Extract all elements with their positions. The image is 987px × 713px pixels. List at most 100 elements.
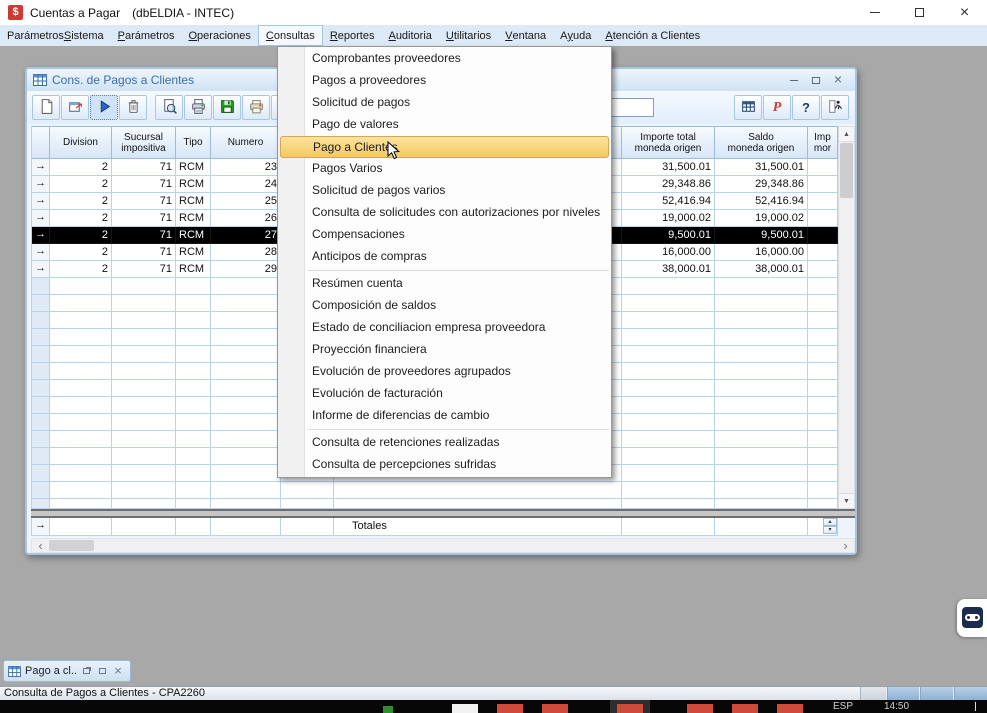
menu-separator bbox=[308, 429, 609, 430]
menubar-item-utilitarios[interactable]: Utilitarios bbox=[439, 25, 498, 46]
menu-item-solicitud-de-pagos-varios[interactable]: Solicitud de pagos varios bbox=[278, 180, 611, 202]
cell: 71 bbox=[112, 193, 176, 210]
menu-item-comprobantes-proveedores[interactable]: Comprobantes proveedores bbox=[278, 48, 611, 70]
column-header-division[interactable]: Division bbox=[50, 127, 112, 159]
menubar-item-parametros[interactable]: Parámetros bbox=[111, 25, 182, 46]
column-header-tipo[interactable]: Tipo bbox=[176, 127, 211, 159]
cell bbox=[211, 465, 281, 482]
run-button[interactable] bbox=[90, 95, 118, 120]
taskbar-app-icon[interactable] bbox=[687, 704, 713, 713]
menu-item-resumen-cuenta[interactable]: Resúmen cuenta bbox=[278, 273, 611, 295]
fax-button[interactable] bbox=[242, 95, 270, 120]
teamviewer-panel-tab[interactable] bbox=[957, 599, 987, 637]
taskbar-app-icon[interactable] bbox=[732, 704, 758, 713]
menu-item-pagos-varios[interactable]: Pagos Varios bbox=[278, 158, 611, 180]
cell: 29,348.86 bbox=[715, 176, 808, 193]
child-maximize-button[interactable] bbox=[805, 72, 827, 88]
menu-item-consulta-de-retenciones-realizadas[interactable]: Consulta de retenciones realizadas bbox=[278, 432, 611, 454]
column-header-numero[interactable]: Numero bbox=[211, 127, 281, 159]
horizontal-scrollbar[interactable]: ‹ › bbox=[31, 538, 855, 553]
close-button[interactable] bbox=[110, 664, 126, 678]
menubar-item-atencion-a-clientes[interactable]: Atención a Clientes bbox=[598, 25, 707, 46]
cell bbox=[622, 295, 715, 312]
cell bbox=[32, 278, 50, 295]
scrollbar-thumb[interactable] bbox=[49, 540, 94, 551]
taskbar-app-icon[interactable] bbox=[617, 704, 643, 713]
column-header-imp-mor[interactable]: Impmor bbox=[808, 127, 838, 159]
menu-item-anticipos-de-compras[interactable]: Anticipos de compras bbox=[278, 246, 611, 268]
help-button[interactable]: ? bbox=[792, 95, 820, 120]
menu-item-pago-a-clientes[interactable]: Pago a Clientes bbox=[280, 136, 609, 158]
print-preview-button[interactable] bbox=[155, 95, 183, 120]
menubar-item-ayuda[interactable]: Ayuda bbox=[553, 25, 598, 46]
menubar-item-ventana[interactable]: Ventana bbox=[498, 25, 553, 46]
table-button[interactable] bbox=[734, 95, 762, 120]
maximize-button[interactable] bbox=[94, 664, 110, 678]
grid-splitter[interactable] bbox=[31, 509, 855, 518]
menu-item-consulta-de-solicitudes-con-autorizaciones-por-niveles[interactable]: Consulta de solicitudes con autorizacion… bbox=[278, 202, 611, 224]
menubar-item-reportes[interactable]: Reportes bbox=[323, 25, 382, 46]
taskbar-app-icon[interactable] bbox=[777, 704, 803, 713]
scroll-up-icon[interactable]: ▲ bbox=[839, 127, 854, 142]
scroll-left-icon[interactable]: ‹ bbox=[32, 539, 49, 552]
cell bbox=[808, 176, 838, 193]
child-close-button[interactable] bbox=[827, 72, 849, 88]
delete-icon bbox=[125, 98, 142, 118]
cell bbox=[112, 431, 176, 448]
exit-button[interactable] bbox=[821, 95, 849, 120]
menu-item-estado-de-conciliacion-empresa-proveedora[interactable]: Estado de conciliacion empresa proveedor… bbox=[278, 317, 611, 339]
menu-item-proyeccion-financiera[interactable]: Proyección financiera bbox=[278, 339, 611, 361]
scrollbar-thumb[interactable] bbox=[840, 143, 853, 198]
cell bbox=[50, 518, 112, 536]
menubar-item-parametros-sistema[interactable]: Parámetros Sistema bbox=[0, 25, 111, 46]
menubar-item-operaciones[interactable]: Operaciones bbox=[181, 25, 257, 46]
save-button[interactable] bbox=[213, 95, 241, 120]
new-document-button[interactable] bbox=[32, 95, 60, 120]
taskbar-app-icon[interactable] bbox=[452, 704, 478, 713]
empty-row[interactable] bbox=[32, 499, 838, 509]
print-button[interactable] bbox=[184, 95, 212, 120]
taskbar-app-icon[interactable] bbox=[542, 704, 568, 713]
menubar-item-auditoria[interactable]: Auditoria bbox=[381, 25, 438, 46]
cell bbox=[715, 414, 808, 431]
child-minimize-button[interactable] bbox=[783, 72, 805, 88]
close-button[interactable] bbox=[942, 0, 987, 25]
menu-item-evolucion-de-proveedores-agrupados[interactable]: Evolución de proveedores agrupados bbox=[278, 361, 611, 383]
delete-button[interactable] bbox=[119, 95, 147, 120]
menu-item-solicitud-de-pagos[interactable]: Solicitud de pagos bbox=[278, 92, 611, 114]
status-text: Consulta de Pagos a Clientes - CPA2260 bbox=[4, 687, 205, 699]
maximize-icon bbox=[915, 8, 924, 17]
menu-item-pago-de-valores[interactable]: Pago de valores bbox=[278, 114, 611, 136]
totals-spinner[interactable]: ▴▾ bbox=[823, 518, 837, 534]
scroll-right-icon[interactable]: › bbox=[837, 539, 854, 552]
maximize-button[interactable] bbox=[897, 0, 942, 25]
menu-item-composicion-de-saldos[interactable]: Composición de saldos bbox=[278, 295, 611, 317]
column-header-saldo-moneda-origen[interactable]: Saldomoneda origen bbox=[715, 127, 808, 159]
menu-item-informe-de-diferencias-de-cambio[interactable]: Informe de diferencias de cambio bbox=[278, 405, 611, 427]
restore-button[interactable] bbox=[78, 664, 94, 678]
column-header-sucursal-impositiva[interactable]: Sucursalimpositiva bbox=[112, 127, 176, 159]
minimized-window[interactable]: Pago a cl... bbox=[3, 660, 131, 682]
menu-item-evolucion-de-facturacion[interactable]: Evolución de facturación bbox=[278, 383, 611, 405]
totals-grid: →Totales▴▾ bbox=[31, 518, 838, 536]
menu-item-pagos-a-proveedores[interactable]: Pagos a proveedores bbox=[278, 70, 611, 92]
language-indicator[interactable]: ESP bbox=[833, 701, 853, 712]
cell: RCM bbox=[176, 159, 211, 176]
properties-button[interactable] bbox=[61, 95, 89, 120]
cell bbox=[622, 312, 715, 329]
menu-item-compensaciones[interactable]: Compensaciones bbox=[278, 224, 611, 246]
taskbar-app-icon[interactable] bbox=[383, 706, 393, 713]
scroll-down-icon[interactable]: ▼ bbox=[839, 493, 854, 508]
filter-button[interactable]: P bbox=[763, 95, 791, 120]
menubar-item-consultas[interactable]: Consultas bbox=[258, 25, 323, 46]
clock[interactable]: 14:50 bbox=[884, 701, 909, 712]
empty-row[interactable] bbox=[32, 482, 838, 499]
vertical-scrollbar[interactable]: ▲ ▼ bbox=[838, 126, 855, 509]
minimize-button[interactable] bbox=[852, 0, 897, 25]
taskbar-app-icon[interactable] bbox=[497, 704, 523, 713]
minimize-icon bbox=[870, 12, 880, 13]
cell: 71 bbox=[112, 244, 176, 261]
column-header-importe-total-moneda-origen[interactable]: Importe totalmoneda origen bbox=[622, 127, 715, 159]
cell: → bbox=[32, 176, 50, 193]
menu-item-consulta-de-percepciones-sufridas[interactable]: Consulta de percepciones sufridas bbox=[278, 454, 611, 476]
